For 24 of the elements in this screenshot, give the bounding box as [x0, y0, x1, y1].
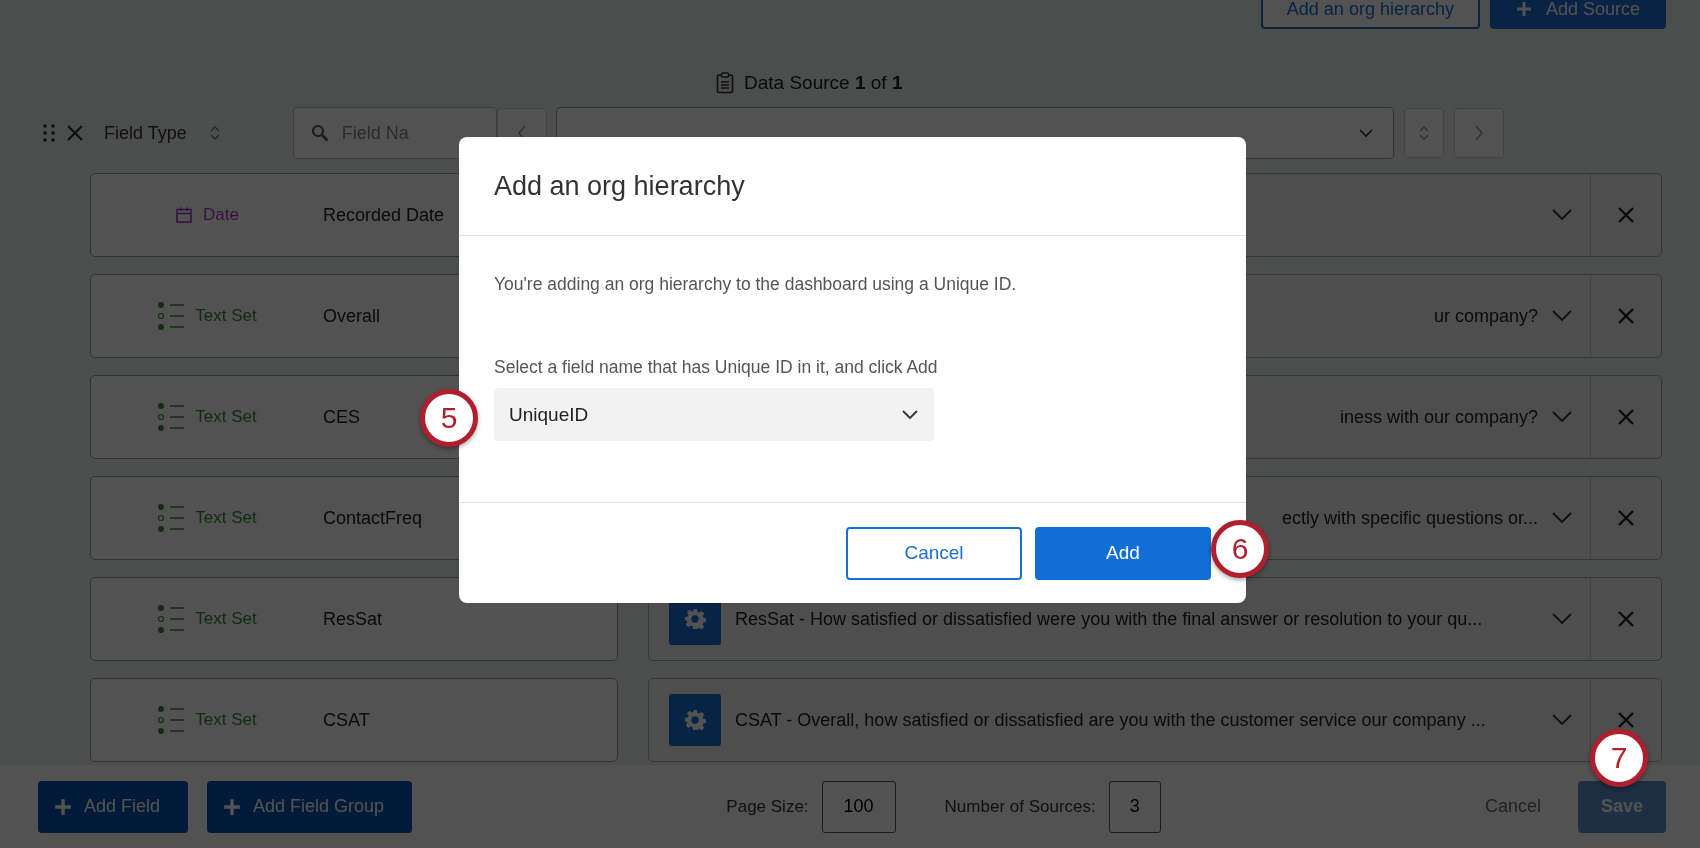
- question-text: ResSat - How satisfied or dissatisfied were you with the final answer or resolution to your qu...: [735, 608, 1483, 630]
- field-name: Overall: [323, 305, 380, 327]
- field-name: ResSat: [323, 608, 383, 630]
- field-type-label: Text Set: [195, 508, 257, 528]
- field-name: CES: [323, 406, 360, 428]
- field-type-label: Date: [203, 205, 239, 225]
- column-label: Field Type: [104, 122, 187, 144]
- field-name: ContactFreq: [323, 507, 423, 529]
- field-type-label: Text Set: [195, 306, 257, 326]
- field-type-label: Text Set: [195, 609, 257, 629]
- question-text: iness with our company?: [1339, 406, 1538, 428]
- field-label: Select a field name that has Unique ID in it, and click Add: [494, 357, 939, 378]
- field-type-label: Text Set: [195, 710, 257, 730]
- data-source-label: Data Source 1 of 1: [744, 72, 903, 94]
- dialog-message: You're adding an org hierarchy to the dashboard using a Unique ID.: [494, 274, 1018, 295]
- question-text: ur company?: [1433, 305, 1538, 327]
- field-type-label: Text Set: [195, 407, 257, 427]
- dialog-title: Add an org hierarchy: [494, 170, 745, 202]
- field-name: Recorded Date: [323, 204, 445, 226]
- page-size-label: Page Size:: [726, 796, 809, 817]
- number-of-sources-label: Number of Sources:: [944, 796, 1096, 817]
- question-text: ectly with specific questions or...: [1281, 507, 1538, 529]
- question-text: CSAT - Overall, how satisfied or dissatisfied are you with the customer service our company ...: [735, 709, 1486, 731]
- field-name: CSAT: [323, 709, 370, 731]
